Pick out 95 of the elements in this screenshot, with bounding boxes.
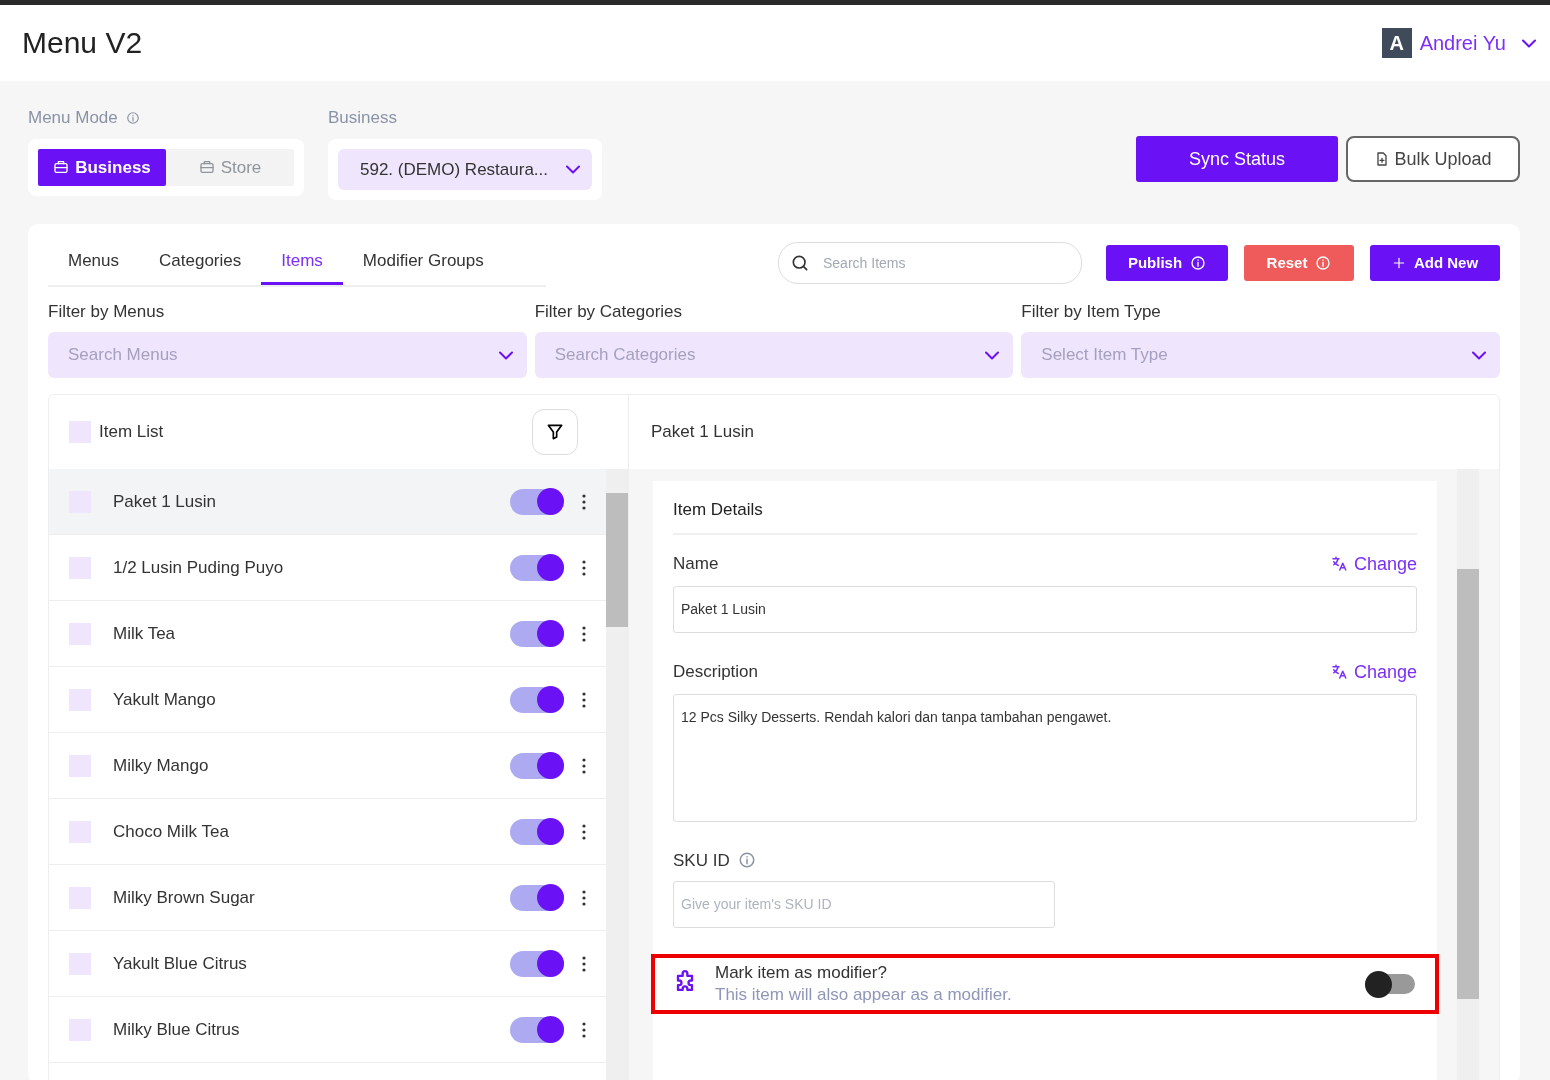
toggle-switch[interactable] (510, 818, 564, 845)
list-title: Item List (99, 421, 164, 444)
change-link[interactable]: Change (1329, 658, 1417, 686)
item-name: Choco Milk Tea (113, 820, 230, 843)
section-title: Item Details (673, 497, 1417, 535)
toggle-switch[interactable] (510, 950, 564, 977)
toggle-switch[interactable] (510, 554, 564, 581)
option-title: Mark item as modifier? (715, 962, 888, 984)
chevron-down-icon (985, 350, 1000, 360)
more-options-icon (582, 493, 586, 510)
list-item[interactable]: Milk Tea (49, 601, 606, 667)
checkbox[interactable] (69, 886, 91, 909)
more-options-icon (582, 955, 586, 972)
list-item[interactable]: Milky Brown Sugar (49, 865, 606, 931)
mode-toggle[interactable]: Business (38, 148, 166, 186)
checkbox[interactable] (69, 754, 91, 777)
filter-icon (545, 422, 565, 442)
page-title: Menu V2 (22, 25, 143, 61)
toggle-switch[interactable] (510, 686, 564, 713)
name-field[interactable]: Paket 1 Lusin (673, 585, 1417, 633)
publish-button[interactable]: Publish (1106, 245, 1228, 282)
list-item[interactable]: 1/2 Lusin Puding Puyo (49, 535, 606, 601)
filter-button[interactable] (532, 409, 578, 455)
field-label: Name (673, 553, 719, 576)
list-item[interactable]: Milky Blue Citrus (49, 997, 606, 1063)
toggle-switch[interactable] (510, 884, 564, 911)
detail-title: Paket 1 Lusin (651, 421, 754, 444)
sync-button[interactable]: Sync Status (1136, 136, 1338, 182)
info-icon (1315, 255, 1332, 272)
scrollbar[interactable] (606, 469, 628, 1080)
item-name: Milk Tea (113, 622, 177, 645)
bulk-upload-button[interactable]: Bulk Upload (1346, 136, 1520, 182)
list-item[interactable]: Milky Mango (49, 733, 606, 799)
change-link[interactable]: Change (1329, 550, 1417, 578)
toggle-switch[interactable] (510, 620, 564, 647)
checkbox[interactable] (69, 820, 91, 843)
filter-label: Filter by Categories (534, 300, 684, 323)
item-name: Yakult Mango (113, 688, 217, 711)
info-icon (1190, 255, 1207, 272)
list-item[interactable]: Choco Milk Tea (49, 799, 606, 865)
tab[interactable]: Items (261, 240, 343, 285)
list-item[interactable]: Paket 1 Lusin (49, 469, 606, 535)
more-options-icon (582, 559, 586, 576)
item-name: 1/2 Lusin Puding Puyo (113, 556, 285, 579)
sku-field[interactable]: Give your item's SKU ID (673, 881, 1055, 928)
chevron-down-icon (1522, 38, 1536, 48)
avatar-icon: A (1381, 28, 1412, 58)
tab[interactable]: Categories (139, 240, 262, 285)
toggle-switch[interactable] (1365, 974, 1415, 995)
filter-label: Filter by Item Type (1021, 300, 1162, 323)
translate-icon (1329, 663, 1348, 681)
more-options-icon (582, 757, 586, 774)
field-label: SKU ID (673, 849, 730, 872)
more-options-icon (582, 691, 586, 708)
briefcase-icon (53, 159, 70, 176)
field-label: Menu Mode (28, 107, 118, 129)
checkbox[interactable] (69, 1018, 91, 1041)
item-name: Milky Mango (113, 754, 210, 777)
chevron-down-icon (566, 164, 580, 174)
chevron-down-icon (498, 350, 513, 360)
info-icon (125, 110, 140, 125)
field-label: Description (673, 661, 759, 684)
list-item[interactable]: Yakult Blue Citrus (49, 931, 606, 997)
field-label: Business (328, 107, 398, 129)
checkbox[interactable] (69, 952, 91, 975)
checkbox[interactable] (69, 421, 91, 443)
tab[interactable]: Menus (48, 240, 140, 285)
tab[interactable]: Modifier Groups (342, 240, 504, 285)
more-options-icon (582, 823, 586, 840)
item-name: Paket 1 Lusin (113, 490, 217, 513)
user-menu[interactable]: Andrei Yu (1419, 28, 1536, 58)
chevron-down-icon (1471, 350, 1486, 360)
item-name: Yakult Blue Citrus (113, 952, 248, 975)
search-field[interactable]: Search Items (778, 242, 1082, 285)
item-name: Milky Blue Citrus (113, 1018, 241, 1041)
item-name: Milky Brown Sugar (113, 886, 256, 909)
translate-icon (1329, 555, 1348, 573)
option-description: This item will also appear as a modifier. (715, 984, 1013, 1007)
add-button[interactable]: Add New (1370, 245, 1500, 282)
business-select[interactable]: 592. (DEMO) Restaura... (338, 148, 592, 190)
briefcase-icon (198, 159, 215, 176)
list-item[interactable]: Yakult Mango (49, 667, 606, 733)
more-options-icon (582, 625, 586, 642)
checkbox[interactable] (69, 556, 91, 579)
toggle-switch[interactable] (510, 488, 564, 515)
description-field[interactable]: 12 Pcs Silky Desserts. Rendah kalori dan tanpa tambahan pengawet. (673, 693, 1417, 822)
toggle-switch[interactable] (510, 752, 564, 779)
checkbox[interactable] (69, 688, 91, 711)
plus-icon (1391, 256, 1406, 271)
more-options-icon (582, 1021, 586, 1038)
checkbox[interactable] (69, 622, 91, 645)
scrollbar[interactable] (1457, 469, 1479, 1080)
toggle-switch[interactable] (510, 1016, 564, 1043)
more-options-icon (582, 889, 586, 906)
filter-label: Filter by Menus (48, 300, 166, 323)
